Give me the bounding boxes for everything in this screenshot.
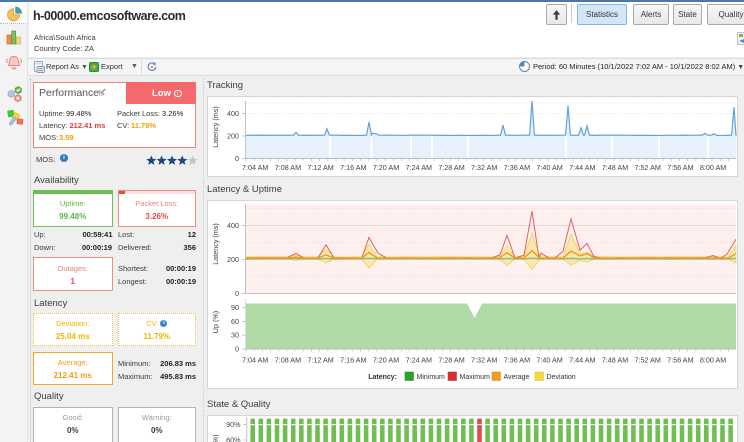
svg-text:200: 200 xyxy=(227,132,239,141)
svg-text:7:56 AM: 7:56 AM xyxy=(667,163,693,172)
svg-text:7:20 AM: 7:20 AM xyxy=(373,356,399,365)
svg-text:7:32 AM: 7:32 AM xyxy=(471,356,497,365)
svg-text:Up (%): Up (%) xyxy=(211,311,220,333)
svg-text:8:00 AM: 8:00 AM xyxy=(700,356,726,365)
svg-text:90: 90 xyxy=(231,303,239,312)
svg-text:7:44 AM: 7:44 AM xyxy=(569,163,595,172)
svg-text:7:36 AM: 7:36 AM xyxy=(504,163,530,172)
svg-text:7:28 AM: 7:28 AM xyxy=(438,163,464,172)
svg-text:200: 200 xyxy=(227,255,239,264)
svg-text:7:52 AM: 7:52 AM xyxy=(635,356,661,365)
svg-text:7:12 AM: 7:12 AM xyxy=(307,163,333,172)
svg-text:(%): (%) xyxy=(211,434,220,442)
svg-text:7:16 AM: 7:16 AM xyxy=(340,356,366,365)
svg-text:0: 0 xyxy=(235,289,239,298)
svg-text:7:24 AM: 7:24 AM xyxy=(406,356,432,365)
svg-text:30: 30 xyxy=(231,331,239,340)
svg-text:7:48 AM: 7:48 AM xyxy=(602,163,628,172)
svg-text:60%: 60% xyxy=(226,436,241,442)
svg-text:7:24 AM: 7:24 AM xyxy=(406,163,432,172)
svg-text:7:04 AM: 7:04 AM xyxy=(242,356,268,365)
svg-text:7:08 AM: 7:08 AM xyxy=(275,356,301,365)
svg-text:0: 0 xyxy=(235,154,239,163)
svg-text:7:48 AM: 7:48 AM xyxy=(602,356,628,365)
svg-text:Deviation: Deviation xyxy=(547,374,576,381)
svg-text:7:44 AM: 7:44 AM xyxy=(569,356,595,365)
svg-text:7:08 AM: 7:08 AM xyxy=(275,163,301,172)
svg-text:0: 0 xyxy=(235,345,239,354)
svg-text:7:40 AM: 7:40 AM xyxy=(536,163,562,172)
svg-text:Latency:: Latency: xyxy=(368,374,397,381)
svg-text:Latency (ms): Latency (ms) xyxy=(211,106,220,148)
svg-text:7:56 AM: 7:56 AM xyxy=(667,356,693,365)
svg-text:7:16 AM: 7:16 AM xyxy=(340,163,366,172)
svg-text:Average: Average xyxy=(504,374,530,381)
svg-text:7:12 AM: 7:12 AM xyxy=(307,356,333,365)
svg-text:400: 400 xyxy=(227,221,239,230)
svg-text:7:52 AM: 7:52 AM xyxy=(635,163,661,172)
svg-text:7:40 AM: 7:40 AM xyxy=(536,356,562,365)
svg-text:Latency (ms): Latency (ms) xyxy=(211,223,220,265)
svg-text:7:20 AM: 7:20 AM xyxy=(373,163,399,172)
svg-text:7:28 AM: 7:28 AM xyxy=(438,356,464,365)
svg-text:400: 400 xyxy=(227,109,239,118)
svg-text:7:04 AM: 7:04 AM xyxy=(242,163,268,172)
svg-text:7:32 AM: 7:32 AM xyxy=(471,163,497,172)
svg-text:8:00 AM: 8:00 AM xyxy=(700,163,726,172)
svg-text:7:36 AM: 7:36 AM xyxy=(504,356,530,365)
svg-text:90%: 90% xyxy=(226,420,241,429)
svg-text:60: 60 xyxy=(231,317,239,326)
svg-text:Minimum: Minimum xyxy=(417,374,446,381)
svg-text:Maximum: Maximum xyxy=(460,374,491,381)
